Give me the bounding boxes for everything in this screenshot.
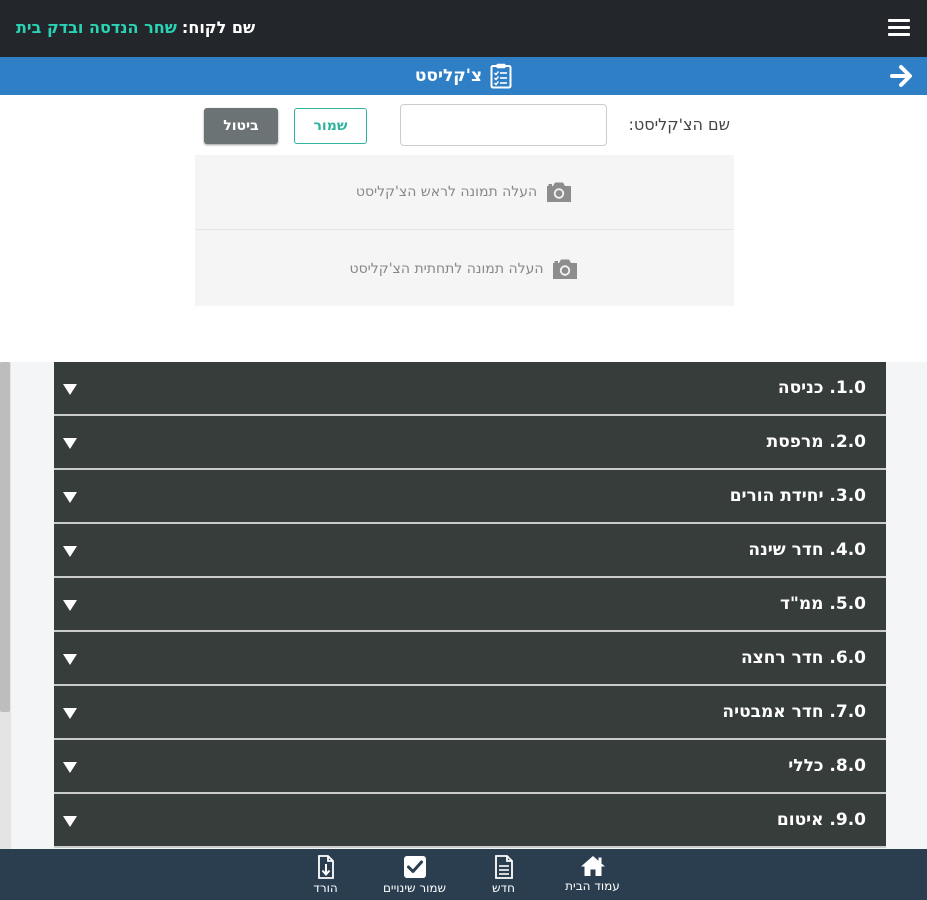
- upload-footer-text: העלה תמונה לתחתית הצ'קליסט: [349, 260, 544, 277]
- caret-down-icon: [63, 654, 77, 665]
- caret-down-icon: [63, 708, 77, 719]
- category-label: 4.0. חדר שינה: [748, 540, 866, 560]
- bottom-nav-bar: עמוד הבית חדש שמור שינויים הורד: [0, 849, 927, 900]
- category-label: 7.0. חדר אמבטיה: [722, 702, 866, 722]
- download-file-icon: [317, 855, 334, 879]
- page-title-group: צ'קליסט: [0, 63, 927, 89]
- category-item[interactable]: 7.0. חדר אמבטיה: [54, 686, 886, 740]
- category-label: 2.0. מרפסת: [766, 432, 866, 452]
- nav-save-changes[interactable]: שמור שינויים: [366, 849, 464, 900]
- customer-name: שחר הנדסה ובדק בית: [16, 18, 177, 37]
- home-icon: [580, 856, 605, 876]
- upload-header-image[interactable]: העלה תמונה לראש הצ'קליסט: [195, 155, 734, 230]
- category-label: 1.0. כניסה: [777, 378, 866, 398]
- caret-down-icon: [63, 438, 77, 449]
- scrollbar-thumb[interactable]: [0, 362, 10, 712]
- hamburger-menu-icon[interactable]: [888, 19, 910, 37]
- cancel-button[interactable]: ביטול: [204, 108, 278, 144]
- category-item[interactable]: 6.0. חדר רחצה: [54, 632, 886, 686]
- checkbox-check-icon: [403, 856, 426, 878]
- nav-new-label: חדש: [492, 881, 515, 895]
- category-label: 6.0. חדר רחצה: [740, 648, 866, 668]
- category-item[interactable]: 8.0. כללי: [54, 740, 886, 794]
- top-header: שם לקוח: שחר הנדסה ובדק בית: [0, 0, 927, 57]
- nav-save-changes-label: שמור שינויים: [382, 881, 447, 895]
- camera-icon: [547, 182, 572, 202]
- clipboard-checklist-icon: [490, 63, 512, 89]
- caret-down-icon: [63, 492, 77, 503]
- caret-down-icon: [63, 762, 77, 773]
- caret-down-icon: [63, 600, 77, 611]
- page-title: צ'קליסט: [414, 66, 483, 86]
- checklist-name-label: שם הצ'קליסט:: [628, 115, 730, 134]
- category-item[interactable]: 1.0. כניסה: [54, 362, 886, 416]
- nav-home[interactable]: עמוד הבית: [544, 849, 642, 900]
- caret-down-icon: [63, 384, 77, 395]
- upload-header-text: העלה תמונה לראש הצ'קליסט: [355, 184, 538, 200]
- nav-download-label: הורד: [313, 881, 338, 895]
- camera-icon: [553, 259, 578, 279]
- nav-download[interactable]: הורד: [286, 849, 366, 900]
- category-item[interactable]: 3.0. יחידת הורים: [54, 470, 886, 524]
- upload-footer-image[interactable]: העלה תמונה לתחתית הצ'קליסט: [195, 231, 734, 306]
- customer-info: שם לקוח: שחר הנדסה ובדק בית: [16, 17, 255, 39]
- category-list: 1.0. כניסה 2.0. מרפסת 3.0. יחידת הורים 4…: [54, 362, 886, 849]
- caret-down-icon: [63, 816, 77, 827]
- image-upload-panel: העלה תמונה לראש הצ'קליסט העלה תמונה לתחת…: [195, 155, 734, 306]
- category-label: 5.0. ממ"ד: [780, 594, 866, 614]
- category-label: 9.0. איטום: [776, 810, 866, 830]
- category-label: 8.0. כללי: [788, 756, 866, 776]
- category-item[interactable]: 2.0. מרפסת: [54, 416, 886, 470]
- caret-down-icon: [63, 546, 77, 557]
- nav-home-label: עמוד הבית: [565, 879, 620, 893]
- arrow-right-icon[interactable]: [889, 63, 915, 89]
- title-bar: צ'קליסט: [0, 57, 927, 95]
- nav-new[interactable]: חדש: [464, 849, 544, 900]
- bottom-nav-items: עמוד הבית חדש שמור שינויים הורד: [0, 849, 927, 900]
- category-item[interactable]: 9.0. איטום: [54, 794, 886, 848]
- new-document-icon: [494, 855, 513, 879]
- checklist-name-input[interactable]: [400, 104, 607, 146]
- category-item[interactable]: 4.0. חדר שינה: [54, 524, 886, 578]
- category-item[interactable]: 5.0. ממ"ד: [54, 578, 886, 632]
- save-button[interactable]: שמור: [294, 108, 367, 144]
- category-label: 3.0. יחידת הורים: [729, 486, 866, 506]
- customer-label: שם לקוח:: [181, 18, 256, 37]
